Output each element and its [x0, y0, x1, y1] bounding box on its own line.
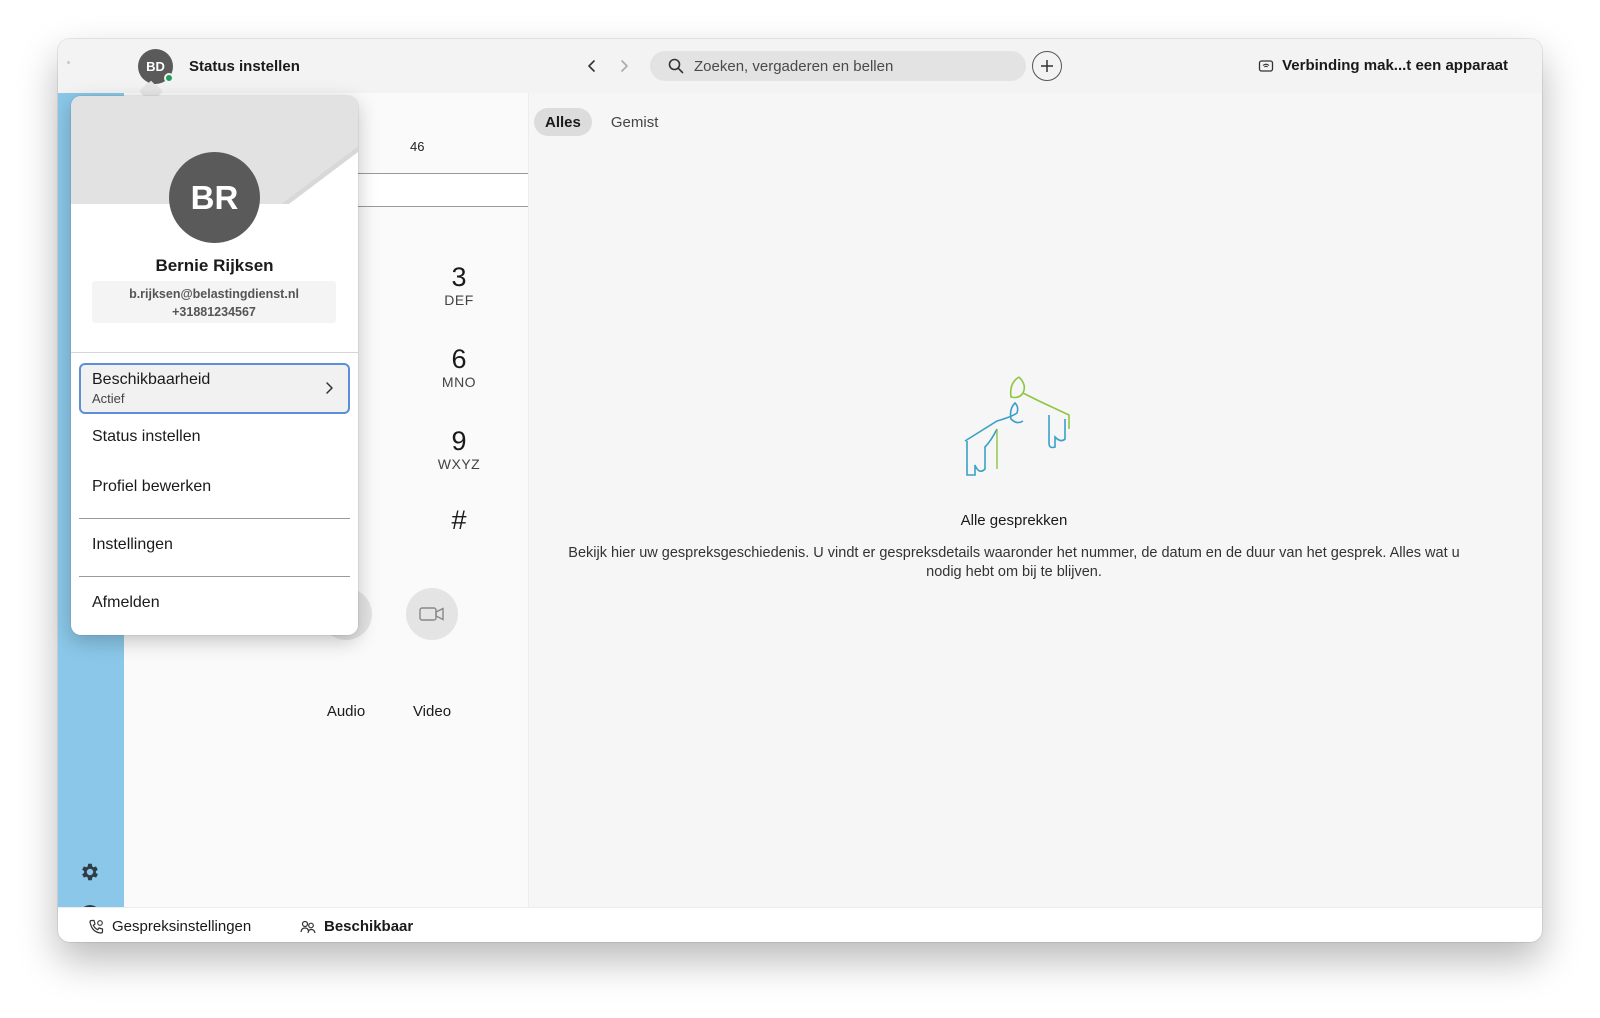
divider [71, 352, 358, 353]
plus-icon [1041, 60, 1053, 72]
menu-item-set-status[interactable]: Status instellen [92, 428, 201, 446]
connect-device-icon [1258, 58, 1274, 74]
avatar-initials: BD [146, 59, 165, 74]
profile-avatar[interactable]: BR [169, 152, 260, 243]
tab-missed[interactable]: Gemist [600, 108, 670, 136]
back-icon [588, 60, 595, 72]
presence-indicator [164, 73, 174, 83]
title-bar: BD Status instellen Verbinding mak...t e… [58, 39, 1542, 93]
profile-email: b.rijksen@belastingdienst.nl [129, 287, 299, 301]
menu-item-settings[interactable]: Instellingen [92, 536, 173, 554]
dial-key-number: 3 [451, 262, 467, 292]
availability-icon [300, 919, 316, 935]
dial-number-display: 46 [410, 139, 425, 154]
dial-key-letters: DEF [444, 292, 474, 308]
dial-key-number: 9 [451, 426, 467, 456]
empty-history-illustration [964, 376, 1070, 476]
back-button[interactable] [580, 54, 604, 78]
call-settings-button[interactable]: Gespreksinstellingen [88, 918, 251, 935]
dial-key-number: # [451, 505, 467, 535]
history-tabs: Alles Gemist [534, 108, 677, 136]
divider [79, 518, 350, 519]
dial-key-hash[interactable]: # [429, 505, 489, 535]
availability-menu-item[interactable]: Beschikbaarheid Actief [79, 363, 350, 414]
divider [79, 576, 350, 577]
window-control[interactable] [67, 61, 70, 64]
search-bar[interactable] [650, 51, 1026, 81]
call-history-panel [528, 93, 1542, 907]
dial-key-6[interactable]: 6 MNO [429, 344, 489, 390]
gear-icon[interactable] [79, 861, 101, 883]
menu-item-edit-profile[interactable]: Profiel bewerken [92, 478, 211, 496]
profile-phone: +31881234567 [172, 305, 256, 319]
video-call-button[interactable] [406, 588, 458, 640]
profile-name: Bernie Rijksen [155, 256, 274, 275]
video-call-label: Video [412, 703, 452, 720]
dial-key-3[interactable]: 3 DEF [429, 262, 489, 308]
dial-key-9[interactable]: 9 WXYZ [429, 426, 489, 472]
bottom-bar: Gespreksinstellingen Beschikbaar [58, 907, 1542, 942]
dial-key-number: 6 [451, 344, 467, 374]
profile-contact-info: b.rijksen@belastingdienst.nl +3188123456… [92, 281, 336, 323]
dial-key-letters: MNO [441, 374, 477, 390]
video-icon [419, 607, 444, 621]
search-icon [668, 58, 684, 74]
forward-icon [621, 60, 628, 72]
profile-popup: BR Bernie Rijksen b.rijksen@belastingdie… [71, 96, 358, 635]
set-status-link[interactable]: Status instellen [189, 58, 300, 75]
connect-device-label: Verbinding mak...t een apparaat [1282, 57, 1508, 74]
empty-history-description: Bekijk hier uw gespreksgeschiedenis. U v… [568, 545, 1460, 580]
availability-label: Beschikbaar [324, 918, 414, 935]
tab-all[interactable]: Alles [534, 108, 592, 136]
empty-history-title: Alle gesprekken [960, 512, 1068, 529]
connect-device-button[interactable]: Verbinding mak...t een apparaat [1258, 57, 1508, 74]
user-avatar[interactable]: BD [138, 49, 174, 84]
call-settings-label: Gespreksinstellingen [112, 918, 252, 935]
search-input[interactable] [694, 57, 1014, 75]
availability-menu-value: Actief [92, 391, 125, 406]
availability-button[interactable]: Beschikbaar [300, 918, 413, 935]
add-button[interactable] [1032, 51, 1062, 81]
call-settings-icon [88, 919, 104, 935]
chevron-right-icon [322, 381, 336, 395]
forward-button[interactable] [612, 54, 636, 78]
audio-call-label: Audio [326, 703, 366, 720]
menu-item-logout[interactable]: Afmelden [92, 594, 160, 612]
dial-key-letters: WXYZ [437, 456, 481, 472]
availability-menu-label: Beschikbaarheid [92, 371, 211, 388]
